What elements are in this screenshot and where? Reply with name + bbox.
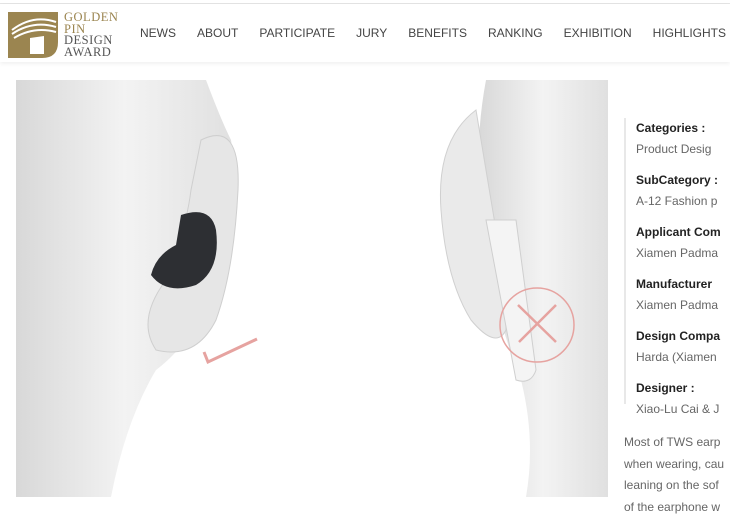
- detail-label: SubCategory :: [636, 173, 728, 191]
- site-header: GOLDEN PIN DESIGN AWARD NEWS ABOUT PARTICI…: [0, 4, 730, 62]
- nav-news[interactable]: NEWS: [140, 26, 176, 40]
- details-panel: Categories : Product Desig SubCategory :…: [624, 118, 728, 404]
- detail-label: Designer :: [636, 381, 728, 399]
- detail-value: Product Desig: [636, 142, 728, 170]
- golden-pin-logo[interactable]: GOLDEN PIN DESIGN AWARD: [8, 12, 118, 58]
- detail-label: Design Compa: [636, 329, 728, 347]
- nav-highlights[interactable]: HIGHLIGHTS: [653, 26, 726, 40]
- detail-value: Harda (Xiamen: [636, 350, 728, 378]
- description-line: when wearing, cau: [624, 454, 728, 476]
- detail-value: Xiamen Padma: [636, 246, 728, 274]
- nav-about[interactable]: ABOUT: [197, 26, 238, 40]
- detail-label: Categories :: [636, 121, 728, 139]
- nav-participate[interactable]: PARTICIPATE: [259, 26, 335, 40]
- logo-text: GOLDEN PIN DESIGN AWARD: [64, 12, 118, 58]
- detail-value: Xiamen Padma: [636, 298, 728, 326]
- description-line: leaning on the sof: [624, 475, 728, 497]
- logo-emblem-icon: [8, 12, 58, 58]
- nav-exhibition[interactable]: EXHIBITION: [564, 26, 632, 40]
- product-image: [16, 80, 608, 497]
- description-line: Most of TWS earp: [624, 432, 728, 454]
- logo-line: AWARD: [64, 47, 118, 59]
- detail-label: Applicant Com: [636, 225, 728, 243]
- detail-label: Manufacturer: [636, 277, 728, 295]
- nav-benefits[interactable]: BENEFITS: [408, 26, 467, 40]
- detail-value: A-12 Fashion p: [636, 194, 728, 222]
- nav-ranking[interactable]: RANKING: [488, 26, 543, 40]
- check-icon: [204, 339, 257, 362]
- product-description: Most of TWS earp when wearing, cau leani…: [624, 432, 728, 518]
- main-nav: NEWS ABOUT PARTICIPATE JURY BENEFITS RANKING E…: [140, 26, 726, 40]
- nav-jury[interactable]: JURY: [356, 26, 387, 40]
- description-line: of the earphone w: [624, 497, 728, 518]
- detail-value: Xiao-Lu Cai & J: [636, 402, 728, 430]
